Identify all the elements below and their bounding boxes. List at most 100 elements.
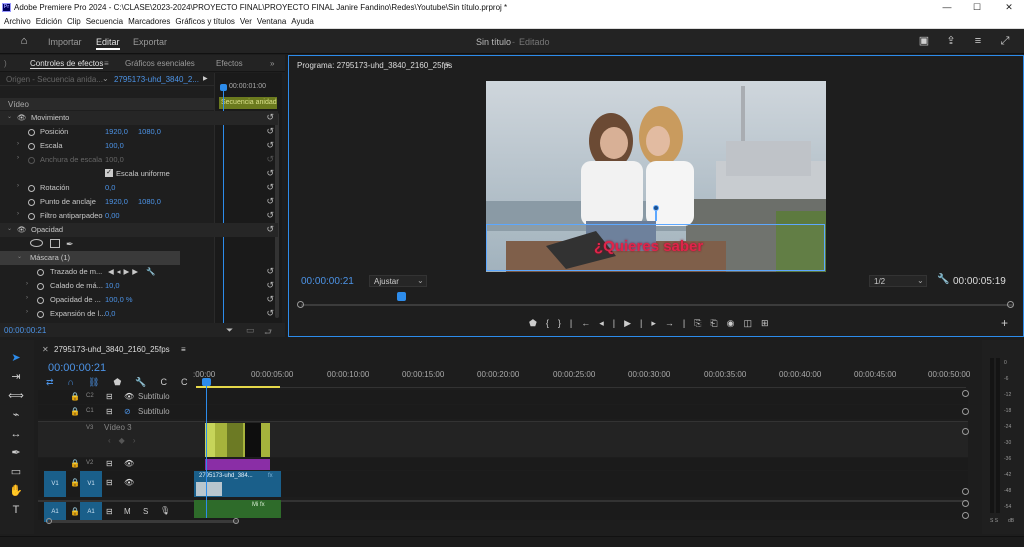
prop-posicion[interactable]: Posición 1920,0 1080,0 ↺: [0, 125, 278, 139]
step-forward-icon[interactable]: |▸: [640, 318, 665, 328]
prop-rotacion[interactable]: › Rotación 0,0 ↺: [0, 181, 278, 195]
eye-hidden-icon[interactable]: ⊘: [124, 407, 131, 416]
escala-value[interactable]: 100,0: [105, 141, 124, 150]
ellipse-mask-icon[interactable]: [30, 239, 43, 247]
export-frame-icon[interactable]: ◉: [727, 318, 744, 328]
timeline-timecode[interactable]: 00:00:00:21: [48, 362, 106, 374]
menu-secuencia[interactable]: Secuencia: [86, 17, 123, 26]
meter-solo-buttons[interactable]: S S: [990, 518, 998, 524]
source-patch-v1[interactable]: V1: [44, 471, 66, 497]
lock-icon[interactable]: 🔒: [70, 478, 80, 487]
selection-tool-icon[interactable]: ➤: [8, 350, 24, 366]
share-icon[interactable]: ⇪: [945, 35, 957, 47]
pen-tool-icon[interactable]: ✒: [8, 445, 24, 461]
prop-escala[interactable]: › Escala 100,0 ↺: [0, 139, 278, 153]
track-select-icon[interactable]: ⇥: [8, 369, 24, 385]
lock-icon[interactable]: 🔒: [70, 392, 80, 401]
prop-opacidad-mascara[interactable]: › Opacidad de ... 100,0 % ↺: [0, 293, 278, 307]
track-scroll-handle[interactable]: [962, 428, 969, 435]
prop-expansion-mascara[interactable]: › Expansión de l... 0,0 ↺: [0, 307, 278, 321]
go-to-in-icon[interactable]: |←: [570, 318, 599, 328]
marker-icon[interactable]: ⬟: [529, 318, 546, 328]
ripple-edit-icon[interactable]: ⟺: [8, 388, 24, 404]
monitor-playhead[interactable]: [397, 292, 406, 301]
mini-playhead-handle[interactable]: [220, 84, 227, 91]
lift-icon[interactable]: ⎘: [694, 318, 710, 328]
fit-dropdown[interactable]: Ajustar ⌄: [369, 275, 427, 287]
prop-trazado-mascara[interactable]: Trazado de m... ◀◂▶▶ 🔧 ↺: [0, 265, 278, 279]
track-v2[interactable]: 🔒 V2 ⊟ 👁: [38, 458, 968, 470]
menu-edicion[interactable]: Edición: [36, 17, 62, 26]
track-scroll-handle[interactable]: [962, 408, 969, 415]
mark-out-icon[interactable]: }: [558, 318, 570, 328]
add-marker-icon[interactable]: ⬟: [113, 377, 135, 387]
timeline-zoom-bar[interactable]: [48, 520, 238, 523]
tab-exportar[interactable]: Exportar: [133, 37, 167, 47]
snap-icon[interactable]: ∩: [68, 377, 88, 387]
menu-clip[interactable]: Clip: [67, 17, 81, 26]
audio-clip-a1[interactable]: Mi fx: [194, 500, 281, 518]
home-icon[interactable]: ⌂: [18, 35, 30, 47]
timeline-settings-icon[interactable]: 🔧: [135, 377, 160, 387]
tab-controles-efectos[interactable]: Controles de efectos: [30, 59, 104, 69]
monitor-scrub-bar[interactable]: [301, 304, 1013, 306]
track-v1-target[interactable]: V1: [80, 471, 102, 497]
lock-icon[interactable]: 🔒: [70, 459, 80, 468]
slip-tool-icon[interactable]: ↔: [8, 426, 24, 442]
sync-icon[interactable]: ⊟: [106, 478, 113, 487]
sync-icon[interactable]: ⊟: [106, 459, 113, 468]
sync-icon[interactable]: ⊟: [106, 507, 113, 516]
loop-icon[interactable]: ⮐: [264, 325, 272, 341]
linked-selection-icon[interactable]: ⛓: [88, 377, 113, 387]
play-icon[interactable]: ▶: [624, 318, 640, 328]
effect-opacidad[interactable]: ⌄ 👁 Opacidad ↺: [0, 223, 278, 237]
menu-graficos[interactable]: Gráficos y títulos: [175, 17, 235, 26]
posicion-y[interactable]: 1080,0: [138, 127, 161, 136]
compare-icon[interactable]: ◫: [743, 318, 761, 328]
menu-ver[interactable]: Ver: [240, 17, 252, 26]
export-icon[interactable]: ▭: [246, 325, 255, 336]
razor-tool-icon[interactable]: ⌁: [8, 407, 24, 423]
sequence-menu-icon[interactable]: ≡: [181, 345, 186, 354]
panel-scroll-left[interactable]: ): [4, 59, 7, 68]
clip-label[interactable]: 2795173-uhd_3840_2...: [114, 75, 199, 84]
mask-track-controls[interactable]: ◀◂▶▶ 🔧: [108, 267, 159, 276]
close-button[interactable]: ✕: [994, 0, 1024, 15]
wrench-icon[interactable]: 🔧: [937, 274, 949, 285]
monitor-timecode[interactable]: 00:00:00:21: [301, 276, 354, 287]
step-back-icon[interactable]: ◂|: [599, 318, 624, 328]
track-a1-target[interactable]: A1: [80, 502, 102, 522]
go-to-out-icon[interactable]: →|: [665, 318, 694, 328]
program-video-frame[interactable]: ¿Quieres saber: [486, 81, 826, 272]
play-mini-icon[interactable]: ▶: [203, 75, 208, 82]
menu-ayuda[interactable]: Ayuda: [291, 17, 314, 26]
keyframe-nav-icon[interactable]: ‹◆›: [108, 436, 143, 445]
solo-button[interactable]: S: [143, 507, 148, 516]
track-c2[interactable]: 🔒 C2 ⊟ 👁 Subtítulo: [38, 390, 968, 404]
source-selector[interactable]: Origen - Secuencia anida... ⌄ 2795173-uh…: [0, 73, 215, 86]
sequence-tab[interactable]: 2795173-uhd_3840_2160_25fps: [54, 345, 170, 354]
extract-icon[interactable]: ⎗: [710, 318, 726, 328]
panel-overflow-icon[interactable]: »: [270, 59, 274, 68]
fullscreen-icon[interactable]: ⤢: [999, 35, 1011, 47]
prop-escala-uniforme[interactable]: ✓ Escala uniforme ↺: [0, 167, 278, 181]
filter-icon[interactable]: ⏷: [226, 325, 233, 336]
monitor-menu-icon[interactable]: ≡: [445, 60, 450, 69]
purple-clip-v2[interactable]: [205, 459, 270, 470]
timeline-playhead-handle[interactable]: [202, 378, 211, 386]
sync-icon[interactable]: ⊟: [106, 407, 113, 416]
workspaces-icon[interactable]: ≡: [972, 35, 984, 47]
tab-editar[interactable]: Editar: [96, 37, 120, 50]
nested-clip-v3[interactable]: [205, 423, 270, 457]
track-v1[interactable]: V1 🔒 V1 ⊟ 👁: [38, 471, 968, 497]
track-scroll-handle[interactable]: [962, 512, 969, 519]
prop-punto-anclaje[interactable]: Punto de anclaje 1920,0 1080,0 ↺: [0, 195, 278, 209]
nested-sequence-bar[interactable]: Secuencia anidad: [219, 97, 277, 109]
footer-timecode[interactable]: 00:00:00:21: [4, 326, 46, 335]
eye-icon[interactable]: 👁: [124, 478, 134, 487]
tab-efectos[interactable]: Efectos: [216, 59, 243, 68]
maximize-button[interactable]: ☐: [962, 0, 992, 15]
mask-item[interactable]: ⌄ Máscara (1): [0, 251, 180, 265]
mask-anchor-handle[interactable]: [653, 205, 659, 223]
track-scroll-handle[interactable]: [962, 488, 969, 495]
